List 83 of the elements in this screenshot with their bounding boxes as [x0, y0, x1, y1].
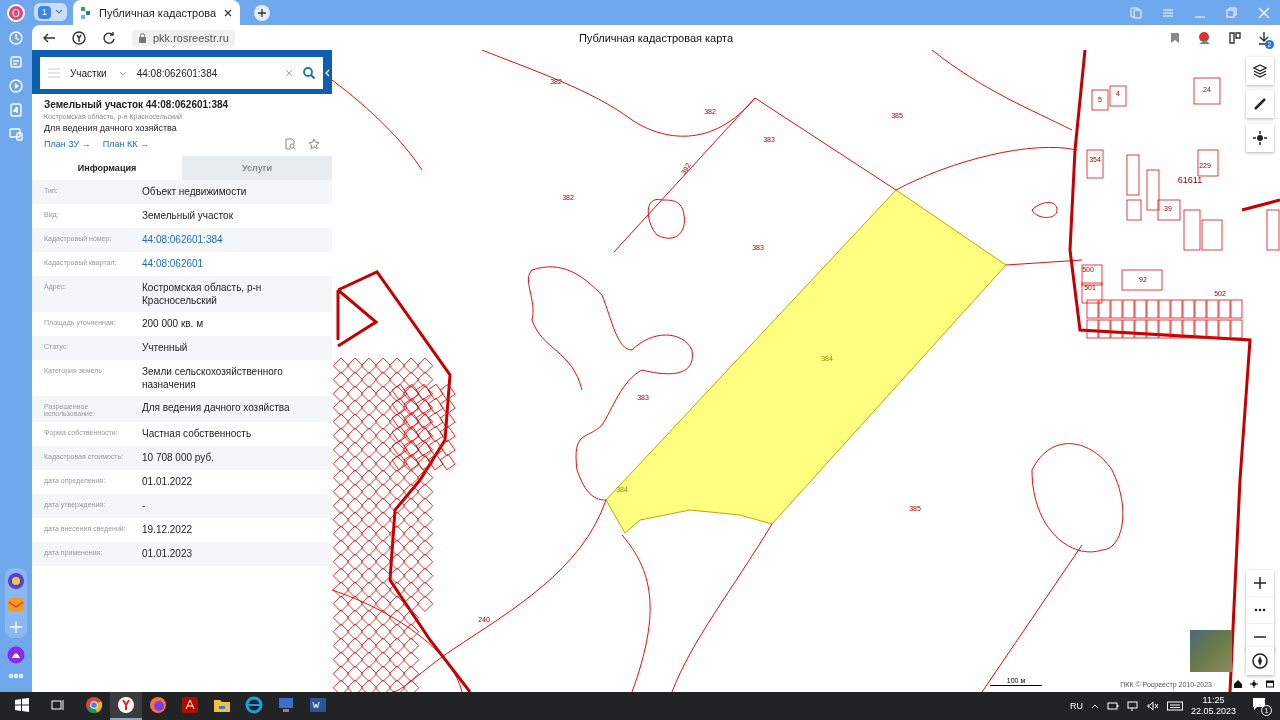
search-field[interactable]: Участки 44:08:062601:384 [40, 57, 323, 89]
parcel-title: Земельный участок 44:08:062601:384 [44, 99, 230, 110]
layers-icon [1253, 64, 1267, 78]
ruler-button[interactable] [1246, 90, 1274, 118]
document-search-icon[interactable] [284, 138, 296, 150]
profile-avatar[interactable]: О [7, 4, 25, 22]
plan-link[interactable]: План ЗУ → [44, 139, 91, 149]
reload-icon[interactable] [102, 30, 116, 45]
page-title: Публичная кадастровая карта [578, 31, 734, 44]
field-value: Земли сельскохозяйственного назначения [142, 365, 284, 391]
taskbar-app[interactable] [110, 692, 142, 720]
app-icon [244, 695, 264, 715]
locate-icon [1253, 131, 1267, 145]
field-value: Объект недвижимости [142, 185, 248, 198]
fullscreen-icon[interactable] [1266, 680, 1274, 688]
ruler-icon [1253, 97, 1267, 111]
bookmark-icon[interactable] [1170, 31, 1180, 44]
address-field[interactable]: pkk.rosreestr.ru [132, 29, 235, 46]
compass-button[interactable] [1246, 647, 1274, 675]
chevron-left-icon [325, 69, 330, 77]
app-icon [276, 695, 296, 715]
satellite-thumbnail[interactable] [1190, 630, 1232, 672]
task-view-icon [51, 698, 65, 712]
minus-icon [1254, 636, 1266, 638]
assistant-icon[interactable] [7, 646, 25, 664]
field-value: 10 708 000 руб. [142, 451, 215, 464]
app-icon [148, 695, 168, 715]
locate-button[interactable] [1246, 124, 1274, 152]
field-value: 01.01.2023 [142, 547, 194, 560]
compass-icon [1252, 653, 1268, 669]
tab-count-badge: 1 [38, 5, 51, 19]
star-icon[interactable] [308, 138, 320, 150]
reader-icon[interactable] [1228, 30, 1242, 45]
field-value: - [142, 499, 147, 512]
layer-dropdown[interactable]: Участки [70, 67, 127, 79]
home-icon[interactable] [1234, 680, 1242, 688]
field-link[interactable]: 44:08:062601:384 [142, 233, 320, 246]
download-icon [1258, 30, 1270, 45]
tab-title: Публичная кадастрова [99, 6, 217, 19]
plus-icon [258, 9, 267, 17]
layers-button[interactable] [1246, 57, 1274, 85]
document-app-icon [308, 695, 328, 715]
locate-icon[interactable] [1250, 680, 1258, 688]
app-icon [116, 695, 136, 715]
field-value: 200 000 кв. м [142, 317, 205, 330]
browser-tab[interactable]: Публичная кадастрова [73, 0, 241, 25]
parcel-purpose: Для ведения дачного хозяйства [44, 123, 178, 133]
field-link[interactable]: 44:08:062601 [142, 257, 320, 270]
site-logo-icon [81, 6, 91, 19]
field-value: Частная собственность [142, 427, 253, 440]
search-icon[interactable] [303, 67, 315, 79]
keyboard-icon[interactable] [1166, 701, 1183, 711]
field-value: 19.12.2022 [142, 523, 194, 536]
field-value: Земельный участок [142, 209, 234, 222]
lock-icon [138, 32, 147, 43]
input-language[interactable]: RU [1069, 701, 1083, 711]
extension-app-icon[interactable] [1196, 29, 1212, 46]
chevron-down-icon [118, 70, 127, 76]
plus-icon [1254, 577, 1266, 589]
new-tab-button[interactable] [254, 5, 271, 21]
app-icon [180, 695, 200, 715]
chevron-up-icon[interactable] [1090, 703, 1099, 709]
field-value: Для ведения дачного хозяйства [142, 401, 291, 414]
field-value: Костромская область, р-н Красносельский [142, 281, 263, 307]
parcel-number: 61611 [1177, 175, 1203, 185]
more-icon [1254, 608, 1266, 612]
field-value: 01.01.2022 [142, 475, 194, 488]
speaker-muted-icon[interactable] [1146, 701, 1159, 711]
field-value: Учтенный [142, 341, 189, 354]
chat-bubble-icon [1252, 696, 1266, 711]
url-text: pkk.rosreestr.ru [153, 31, 229, 44]
network-icon[interactable] [1126, 701, 1139, 711]
search-query: 44:08:062601:384 [136, 67, 219, 79]
yandex-logo-icon[interactable] [72, 30, 86, 45]
close-icon[interactable] [224, 8, 233, 17]
game-app-icon[interactable] [7, 572, 25, 590]
battery-icon[interactable] [1106, 701, 1119, 711]
plan-link[interactable]: План КК → [102, 139, 149, 149]
clock[interactable]: 11:25 22.05.2023 [1190, 695, 1236, 717]
app-icon [84, 695, 104, 715]
tab-counter[interactable]: 1 [34, 3, 67, 21]
windows-logo-icon [15, 698, 29, 712]
chevron-down-icon [55, 9, 63, 15]
